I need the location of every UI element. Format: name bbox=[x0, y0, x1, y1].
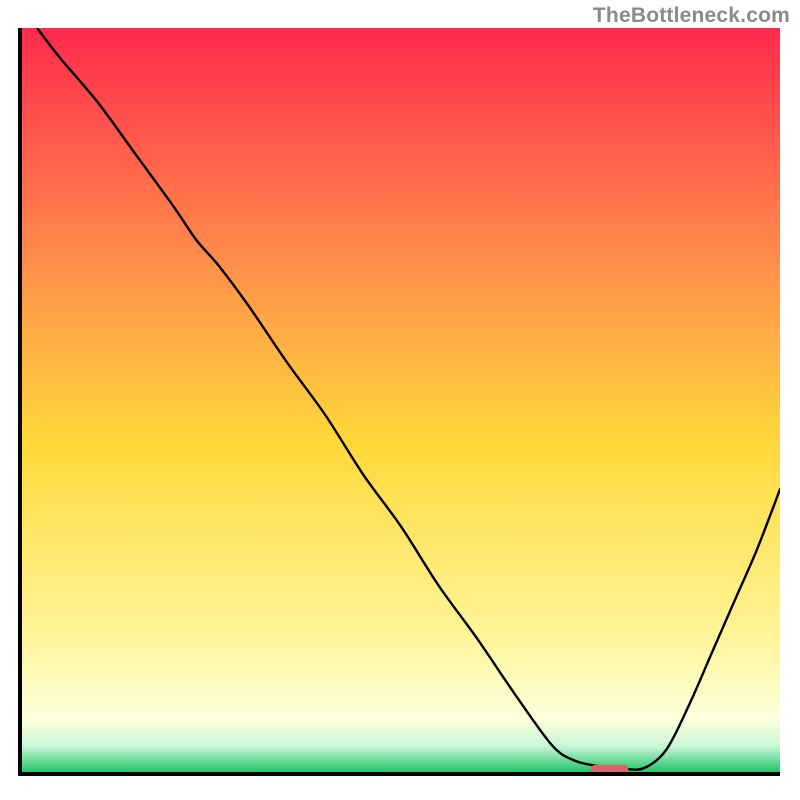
plot-area bbox=[18, 28, 780, 776]
watermark-text: TheBottleneck.com bbox=[593, 4, 790, 28]
chart-container: TheBottleneck.com bbox=[0, 0, 800, 800]
plot-background bbox=[22, 28, 780, 772]
chart-svg bbox=[18, 28, 780, 776]
x-axis bbox=[18, 772, 780, 776]
y-axis bbox=[18, 28, 22, 776]
